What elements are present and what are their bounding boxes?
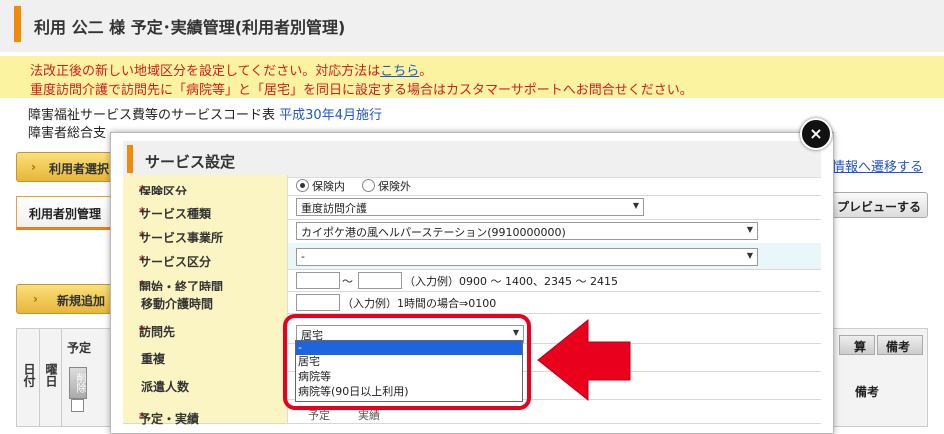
modal-accent-bar (127, 145, 133, 173)
tab-user-manage[interactable]: 利用者別管理 (16, 196, 118, 230)
time-separator: ～ (342, 275, 353, 288)
user-select-button[interactable]: › 利用者選択 (16, 152, 118, 182)
preview-label: プレビューする (837, 200, 922, 214)
move-time-example: （入力例）1時間の場合⇒0100 (342, 297, 497, 310)
value-service-type: 重度訪問介護 ▼ (288, 195, 821, 219)
page-header: 利用 公二 様 予定･実績管理(利用者別管理) (0, 0, 944, 52)
value-provider: カイポケ港の風ヘルパーステーション(9910000000) ▼ (288, 219, 821, 243)
user-select-label: 利用者選択 (49, 162, 110, 176)
close-icon[interactable]: × (800, 118, 832, 150)
move-time-input[interactable] (296, 294, 340, 311)
tab-user-manage-label: 利用者別管理 (29, 207, 102, 221)
chevron-down-icon: ▼ (746, 251, 753, 260)
service-code-text: 障害福祉サービス費等のサービスコード表 平成30年4月施行 (28, 104, 382, 123)
page-title: 利用 公二 様 予定･実績管理(利用者別管理) (34, 18, 346, 37)
column-header-day: 曜日 (39, 329, 62, 426)
notice-banner: 法改正後の新しい地域区分を設定してください。対応方法はこちら。 重度訪問介護で訪… (0, 56, 944, 98)
label-insurance: * 保険区分 (123, 175, 288, 199)
calc-button[interactable]: 算 (839, 335, 875, 355)
radio-insurance-out-label: 保険外 (378, 180, 411, 193)
notice-line-1: 法改正後の新しい地域区分を設定してください。対応方法はこちら。 (30, 60, 432, 79)
service-code-label: 障害福祉サービス費等のサービスコード表 (28, 108, 276, 123)
value-move-time: （入力例）1時間の場合⇒0100 (288, 291, 821, 313)
value-service-class: - ▼ (288, 243, 821, 269)
service-type-select[interactable]: 重度訪問介護 ▼ (296, 198, 644, 216)
calc-label: 算 (853, 340, 866, 354)
row-time: * 開始・終了時間 ～ （入力例）0900 ～ 1400、2345 ～ 2415 (123, 269, 821, 294)
start-time-input[interactable] (296, 272, 340, 289)
modal-header: サービス設定 (123, 141, 821, 178)
service-type-value: 重度訪問介護 (301, 202, 367, 215)
remarks-button[interactable]: 備考 (877, 335, 923, 355)
row-insurance: * 保険区分 保険内 保険外 (123, 175, 821, 199)
service-class-select[interactable]: - ▼ (296, 248, 758, 266)
arrow-right-icon: › (31, 160, 36, 174)
service-code-link[interactable]: 平成30年4月施行 (279, 108, 382, 123)
new-add-button[interactable]: › 新規追加 (16, 284, 118, 314)
label-service-class: * サービス区分 (123, 243, 288, 269)
modal-title: サービス設定 (145, 153, 236, 171)
back-link[interactable]: 情報へ遷移する (832, 156, 923, 175)
row-service-class: * サービス区分 - ▼ (123, 243, 821, 270)
row-move-time: 移動介護時間 （入力例）1時間の場合⇒0100 (123, 291, 821, 314)
label-plan-actual: * 予定・実績 (123, 399, 288, 426)
label-visit: * 訪問先 (123, 313, 288, 343)
remarks-button-label: 備考 (886, 340, 911, 354)
time-example: （入力例）0900 ～ 1400、2345 ～ 2415 (404, 275, 618, 288)
label-staff-count: 派遣人数 (123, 371, 288, 399)
preview-button[interactable]: プレビューする (828, 192, 928, 218)
service-class-value: - (301, 250, 305, 263)
radio-insurance-in-label: 保険内 (312, 180, 345, 193)
column-header-plan-label: 予定 (67, 341, 92, 355)
column-header-day-label: 曜日 (44, 363, 58, 387)
notice-line-1-text: 法改正後の新しい地域区分を設定してください。対応方法は (30, 64, 381, 79)
row-service-type: * サービス種類 重度訪問介護 ▼ (123, 195, 821, 221)
value-insurance: 保険内 保険外 (288, 175, 821, 195)
red-arrow-icon (537, 318, 631, 402)
label-duplicate: 重複 (123, 343, 288, 371)
radio-insurance-out[interactable] (362, 179, 375, 192)
notice-line-1-end: 。 (419, 64, 433, 79)
label-service-type: * サービス種類 (123, 195, 288, 221)
column-header-date: 日付 (17, 329, 40, 426)
provider-value: カイポケ港の風ヘルパーステーション(9910000000) (301, 226, 566, 239)
sogo-text: 障害者総合支 (28, 126, 107, 141)
column-header-remarks: 備考 (855, 385, 880, 399)
radio-insurance-in[interactable] (296, 179, 309, 192)
column-header-date-label: 日付 (22, 363, 36, 387)
notice-line-2: 重度訪問介護で訪問先に「病院等」と「居宅」を同日に設定する場合はカスタマーサポー… (30, 83, 693, 98)
header-accent-bar (14, 6, 21, 42)
label-move-time: 移動介護時間 (123, 291, 288, 313)
delete-checkbox[interactable] (71, 399, 84, 412)
end-time-input[interactable] (358, 272, 402, 289)
delete-button[interactable]: 削除 (69, 367, 87, 399)
row-provider: * サービス事業所 カイポケ港の風ヘルパーステーション(9910000000) ▼ (123, 219, 821, 245)
arrow-right-icon: › (33, 292, 38, 306)
provider-select[interactable]: カイポケ港の風ヘルパーステーション(9910000000) ▼ (296, 222, 758, 240)
value-time: ～ （入力例）0900 ～ 1400、2345 ～ 2415 (288, 269, 821, 291)
notice-howto-link[interactable]: こちら (380, 64, 419, 79)
new-add-label: 新規追加 (57, 294, 106, 308)
label-provider: * サービス事業所 (123, 219, 288, 245)
highlight-box (283, 314, 531, 410)
chevron-down-icon: ▼ (746, 225, 753, 234)
chevron-down-icon: ▼ (632, 201, 639, 210)
label-time: * 開始・終了時間 (123, 269, 288, 294)
